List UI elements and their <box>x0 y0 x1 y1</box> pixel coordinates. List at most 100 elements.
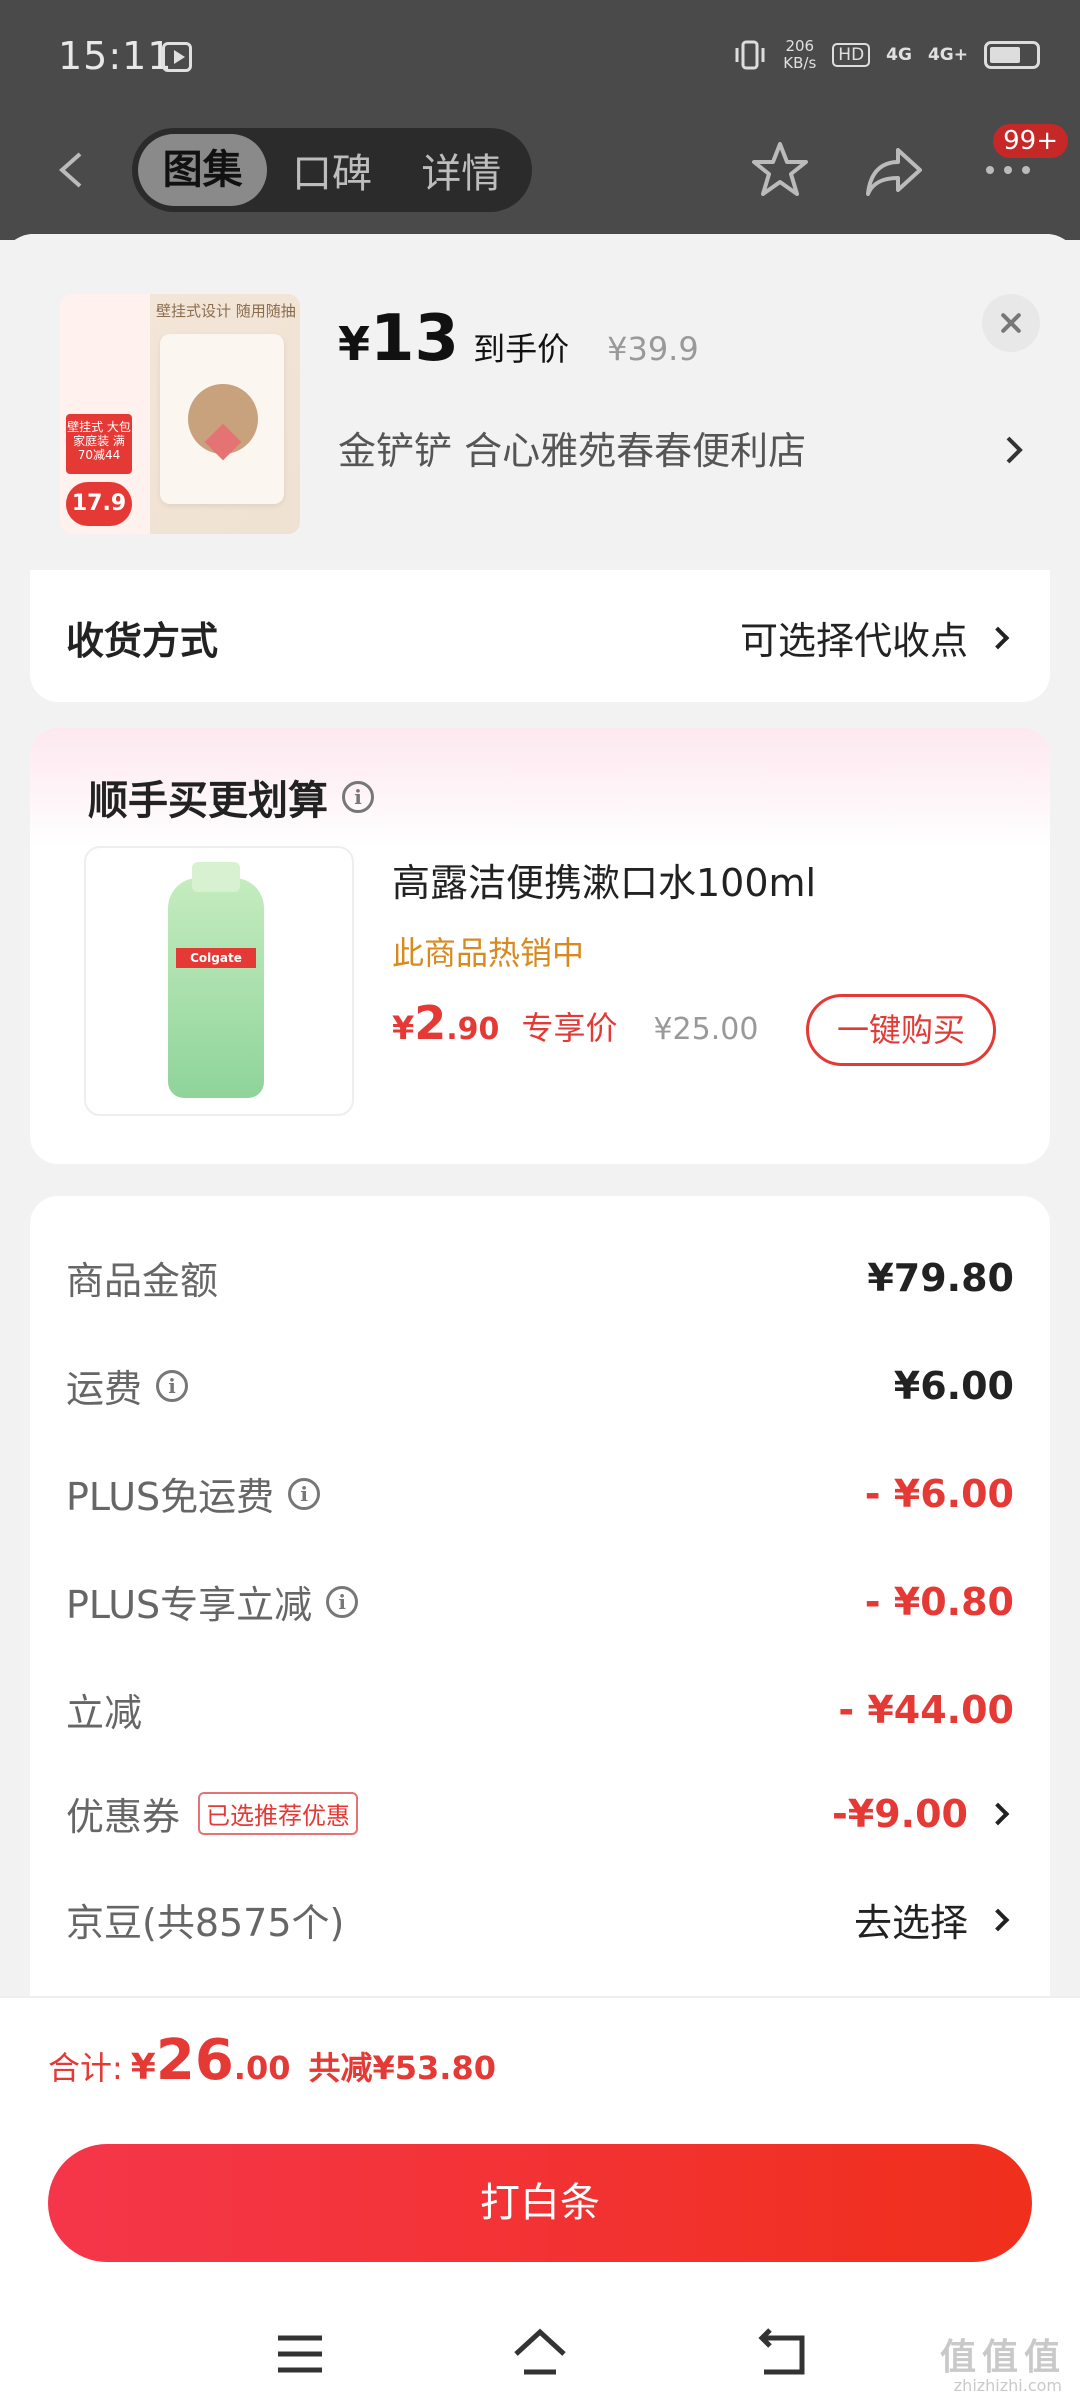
price-row: ¥ 13 到手价 ¥39.9 <box>338 302 699 376</box>
tab-gallery[interactable]: 图集 <box>138 134 268 206</box>
summary-row-coupon[interactable]: 优惠券 已选推荐优惠 -¥9.00 <box>66 1786 1014 1841</box>
signal-4g-icon: 4G <box>886 45 912 65</box>
summary-value-wrap: 去选择 <box>854 1892 1014 1947</box>
thumb-promo: 壁挂式 大包家庭装 满70减44 <box>66 414 132 474</box>
battery-icon <box>984 41 1040 69</box>
summary-label-wrap: PLUS免运费 i <box>66 1466 321 1521</box>
mouthwash-bottle-image: Colgate <box>168 862 264 1098</box>
original-price: ¥39.9 <box>607 330 699 368</box>
status-icons: 206 KB/s HD 4G 4G+ <box>733 38 1040 72</box>
upsell-price-symbol: ¥ <box>392 1009 415 1047</box>
thumb-price: 17.9 <box>66 482 132 526</box>
thumb-slogan: 壁挂式设计 随用随抽 <box>156 302 296 320</box>
vibrate-icon <box>735 40 765 70</box>
summary-value: - ¥0.80 <box>864 1579 1014 1624</box>
summary-label: PLUS免运费 <box>66 1475 275 1519</box>
summary-label-wrap: 优惠券 已选推荐优惠 <box>66 1786 359 1841</box>
close-icon[interactable] <box>982 294 1040 352</box>
bottle-brand: Colgate <box>176 948 256 968</box>
network-speed: 206 KB/s <box>783 38 816 72</box>
summary-label: 商品金额 <box>66 1259 219 1303</box>
summary-row-plus-freight: PLUS免运费 i - ¥6.00 <box>66 1466 1014 1521</box>
summary-label: 优惠券 <box>66 1795 181 1839</box>
message-badge: 99+ <box>993 124 1068 158</box>
hd-icon: HD <box>832 43 871 67</box>
summary-label-wrap: 运费 i <box>66 1358 189 1413</box>
summary-label: PLUS专享立减 <box>66 1583 313 1627</box>
back-icon[interactable] <box>752 2324 812 2384</box>
total-symbol: ¥ <box>130 2047 156 2088</box>
upsell-product-image[interactable]: Colgate <box>84 846 354 1116</box>
total-dec: .00 <box>233 2049 291 2087</box>
status-time: 15:11 <box>58 34 173 78</box>
summary-value: 去选择 <box>853 1901 968 1945</box>
shipping-value-wrap: 可选择代收点 <box>740 610 1014 665</box>
app-topbar: 15:11 206 KB/s HD 4G 4G+ 图集 口碑 详情 99+ <box>0 0 1080 240</box>
price-symbol: ¥ <box>338 317 371 371</box>
signal-4g-plus-icon: 4G+ <box>927 45 968 65</box>
shipping-card[interactable]: 收货方式 可选择代收点 <box>30 570 1050 702</box>
tab-switcher: 图集 口碑 详情 <box>132 128 532 212</box>
home-icon[interactable] <box>510 2324 570 2384</box>
status-bar: 15:11 206 KB/s HD 4G 4G+ <box>58 30 1040 90</box>
info-icon[interactable]: i <box>326 1585 359 1618</box>
summary-value: ¥79.80 <box>867 1255 1014 1300</box>
upsell-price-int: 2 <box>414 996 447 1050</box>
menu-icon[interactable] <box>270 2324 330 2384</box>
info-icon[interactable]: i <box>156 1369 189 1402</box>
chevron-right-icon <box>986 626 1010 649</box>
summary-label: 运费 <box>66 1367 143 1411</box>
share-icon[interactable] <box>862 138 926 202</box>
summary-row-freight: 运费 i ¥6.00 <box>66 1358 1014 1413</box>
info-icon[interactable]: i <box>288 1477 321 1510</box>
summary-value: - ¥44.00 <box>838 1687 1014 1732</box>
checkout-footer: 合计: ¥ 26 .00 共减¥53.80 打白条 值值值 zhizhizhi.… <box>0 1996 1080 2400</box>
chevron-right-icon <box>986 1802 1010 1825</box>
summary-row-jingdou[interactable]: 京豆(共8575个) 去选择 <box>66 1892 1014 1947</box>
total-label: 合计: <box>48 2049 123 2087</box>
shipping-row[interactable]: 收货方式 可选择代收点 <box>66 610 1014 665</box>
tab-details[interactable]: 详情 <box>397 141 526 199</box>
media-play-icon <box>162 42 192 72</box>
summary-label: 京豆(共8575个) <box>66 1901 345 1945</box>
watermark-site: zhizhizhi.com <box>953 2376 1062 2395</box>
pay-baitiao-button[interactable]: 打白条 <box>48 2144 1032 2262</box>
upsell-title-text: 顺手买更划算 <box>88 778 328 824</box>
network-speed-unit: KB/s <box>783 54 817 72</box>
upsell-hot-text: 此商品热销中 <box>392 934 585 972</box>
upsell-card: 顺手买更划算 i Colgate 高露洁便携漱口水100ml 此商品热销中 ¥ … <box>30 728 1050 1164</box>
upsell-original-price: ¥25.00 <box>653 1012 759 1047</box>
system-nav-bar <box>0 2294 1080 2400</box>
final-price-label: 到手价 <box>473 330 570 368</box>
bottle-cap <box>192 862 240 892</box>
tab-reviews[interactable]: 口碑 <box>267 141 396 199</box>
summary-label-wrap: PLUS专享立减 i <box>66 1574 359 1629</box>
summary-value: - ¥6.00 <box>864 1471 1014 1516</box>
summary-value-wrap: -¥9.00 <box>832 1792 1014 1836</box>
info-icon[interactable]: i <box>342 781 374 813</box>
watermark-logo: 值值值 <box>939 2337 1066 2378</box>
one-click-buy-button[interactable]: 一键购买 <box>806 994 996 1066</box>
total-int: 26 <box>155 2028 234 2093</box>
upsell-price-line: ¥ 2 .90 专享价 ¥25.00 <box>392 996 758 1050</box>
upsell-title: 顺手买更划算 i <box>88 768 374 826</box>
summary-label: 立减 <box>66 1691 143 1735</box>
total-saved: 共减¥53.80 <box>308 2049 496 2087</box>
summary-value: ¥6.00 <box>893 1363 1014 1408</box>
star-favorite-icon[interactable] <box>748 138 812 202</box>
shipping-label: 收货方式 <box>66 619 219 663</box>
shipping-value: 可选择代收点 <box>739 619 968 663</box>
product-thumbnail[interactable]: 壁挂式设计 随用随抽 壁挂式 大包家庭装 满70减44 17.9 <box>60 294 300 534</box>
final-price: 13 <box>370 302 460 376</box>
total-line: 合计: ¥ 26 .00 共减¥53.80 <box>48 2028 496 2093</box>
upsell-price-dec: .90 <box>446 1012 500 1047</box>
summary-row-plus-discount: PLUS专享立减 i - ¥0.80 <box>66 1574 1014 1629</box>
upsell-product-name[interactable]: 高露洁便携漱口水100ml <box>392 852 816 907</box>
back-arrow-icon[interactable] <box>52 150 92 190</box>
summary-row-goods: 商品金额 ¥79.80 <box>66 1250 1014 1305</box>
selected-spec[interactable]: 金铲铲 合心雅苑春春便利店 <box>338 420 806 475</box>
product-header: 壁挂式设计 随用随抽 壁挂式 大包家庭装 满70减44 17.9 ¥ 13 到手… <box>0 234 1080 574</box>
chevron-right-icon <box>986 1908 1010 1931</box>
chevron-right-icon[interactable] <box>1000 430 1030 470</box>
summary-row-instant-discount: 立减 - ¥44.00 <box>66 1682 1014 1737</box>
